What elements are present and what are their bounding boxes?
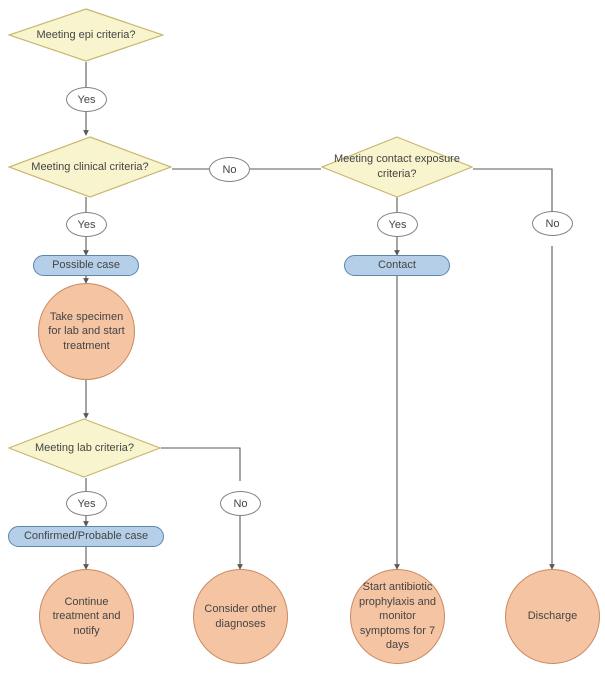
edge-label-text: No	[222, 163, 237, 176]
node-confirmed-probable-case[interactable]: Confirmed/Probable case	[8, 526, 164, 547]
edge-label-contact-no: No	[532, 211, 573, 236]
node-label: Consider other diagnoses	[204, 603, 277, 630]
node-possible-case[interactable]: Possible case	[33, 255, 139, 276]
node-label: Meeting contact exposure criteria?	[334, 153, 460, 180]
edge-label-text: Yes	[77, 93, 96, 106]
node-lab-criteria[interactable]: Meeting lab criteria?	[8, 418, 161, 478]
edge-label-lab-no: No	[220, 491, 261, 516]
edge-label-text: Yes	[388, 218, 407, 231]
edge-label-text: Yes	[77, 497, 96, 510]
node-label: Possible case	[52, 259, 120, 271]
node-label: Contact	[378, 259, 416, 271]
node-label: Meeting lab criteria?	[34, 441, 135, 454]
node-label: Take specimen for lab and start treatmen…	[48, 310, 125, 352]
edge-label-lab-yes: Yes	[66, 491, 107, 516]
node-continue-treatment[interactable]: Continue treatment and notify	[39, 569, 134, 664]
node-discharge[interactable]: Discharge	[505, 569, 600, 664]
node-label: Confirmed/Probable case	[23, 530, 149, 542]
node-clinical-criteria[interactable]: Meeting clinical criteria?	[8, 136, 172, 198]
node-epi-criteria[interactable]: Meeting epi criteria?	[8, 8, 164, 62]
edge-label-contact-yes: Yes	[377, 212, 418, 237]
node-consider-other-diagnoses[interactable]: Consider other diagnoses	[193, 569, 288, 664]
edge-label-epi-yes: Yes	[66, 87, 107, 112]
edge-label-clinical-yes: Yes	[66, 212, 107, 237]
node-label: Meeting clinical criteria?	[31, 160, 149, 173]
node-contact-exposure-criteria[interactable]: Meeting contact exposure criteria?	[321, 136, 473, 198]
flowchart-canvas: Meeting epi criteria? Meeting clinical c…	[0, 0, 605, 681]
node-label: Meeting epi criteria?	[36, 28, 136, 41]
edge-label-clinical-no: No	[209, 157, 250, 182]
node-contact[interactable]: Contact	[344, 255, 450, 276]
edge-label-text: Yes	[77, 218, 96, 231]
node-label: Continue treatment and notify	[52, 595, 121, 637]
node-start-prophylaxis[interactable]: Start antibiotic prophylaxis and monitor…	[350, 569, 445, 664]
edge-contact-no-route	[473, 168, 553, 211]
node-label: Discharge	[527, 610, 578, 623]
edge-label-text: No	[545, 217, 560, 230]
node-take-specimen[interactable]: Take specimen for lab and start treatmen…	[38, 283, 135, 380]
edge-label-text: No	[233, 497, 248, 510]
edge-lab-no-route	[161, 447, 241, 481]
node-label: Start antibiotic prophylaxis and monitor…	[358, 581, 437, 652]
